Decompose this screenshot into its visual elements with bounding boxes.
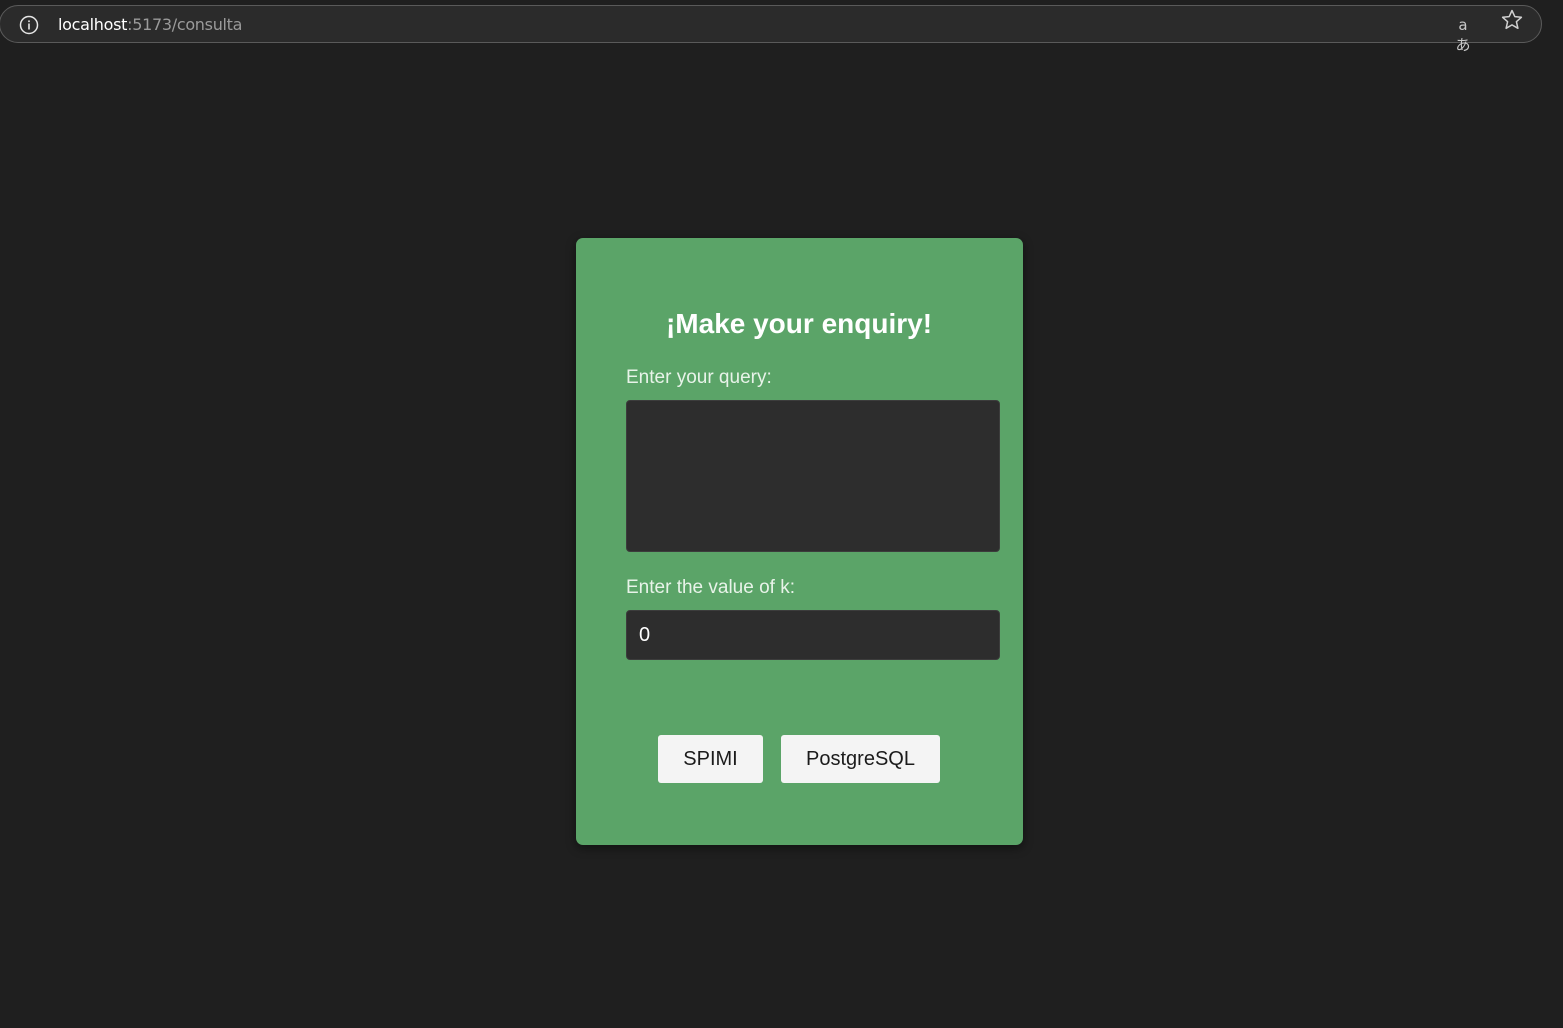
postgresql-button[interactable]: PostgreSQL <box>781 735 940 783</box>
browser-toolbar: localhost:5173/consulta aあ <box>0 0 1563 54</box>
page-title: ¡Make your enquiry! <box>665 308 933 339</box>
star-icon[interactable] <box>1500 8 1524 32</box>
address-bar[interactable]: localhost:5173/consulta aあ <box>0 5 1542 54</box>
k-label: Enter the value of k: <box>626 577 795 598</box>
spimi-button[interactable]: SPIMI <box>658 735 763 783</box>
url-path: :5173/consulta <box>127 15 243 34</box>
translate-icon[interactable]: aあ <box>1451 15 1475 54</box>
query-label: Enter your query: <box>626 367 772 388</box>
url-host: localhost <box>58 15 128 34</box>
url-text[interactable]: localhost:5173/consulta <box>58 14 242 36</box>
info-icon[interactable] <box>19 15 39 35</box>
k-input[interactable] <box>626 610 1000 660</box>
query-input[interactable] <box>626 400 1000 552</box>
